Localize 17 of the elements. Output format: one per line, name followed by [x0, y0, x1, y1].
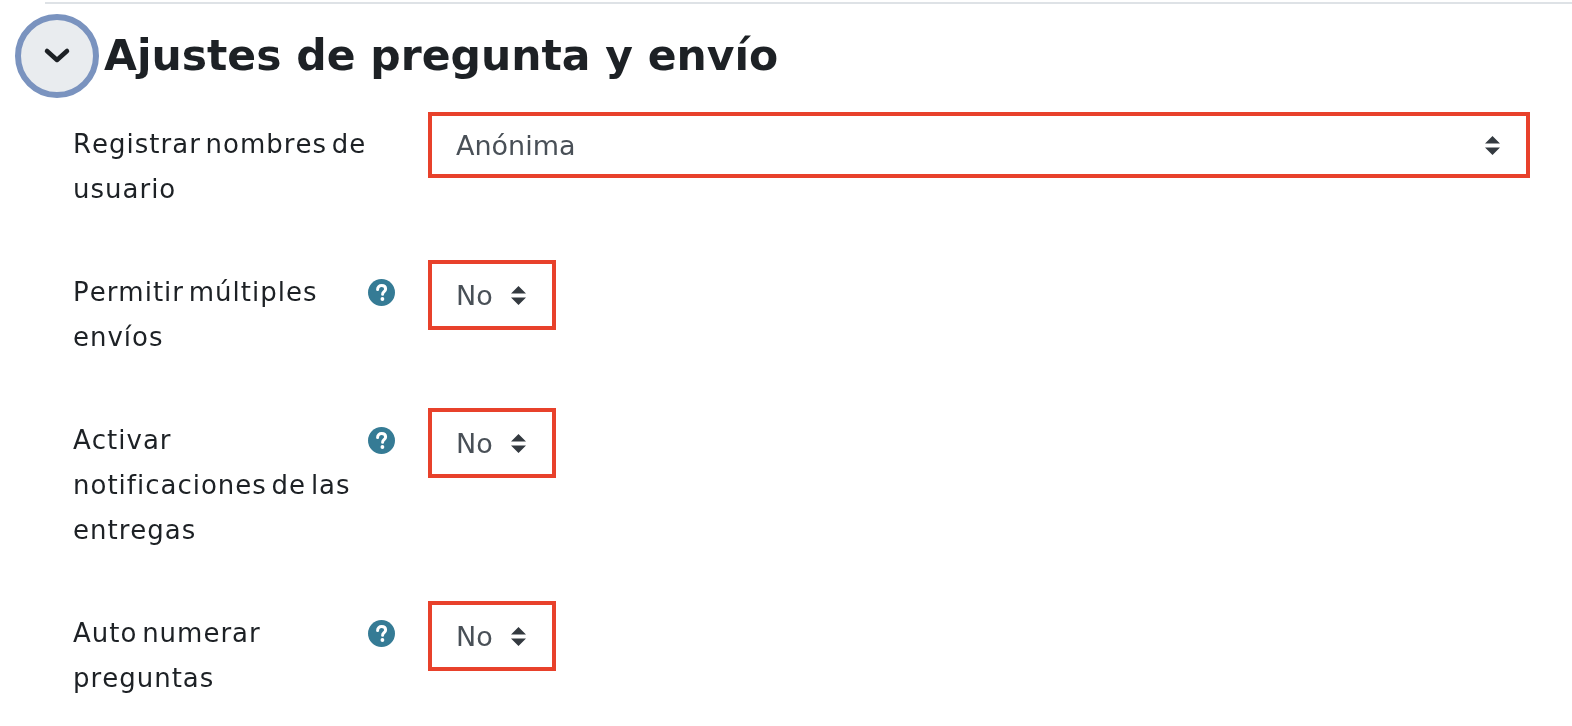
- help-icon[interactable]: [368, 620, 395, 647]
- select-field[interactable]: No: [428, 260, 556, 330]
- help-icon[interactable]: [368, 427, 395, 454]
- field-label: Registrar nombres de usuario: [73, 128, 368, 206]
- field-label: Permitir múltiples envíos: [73, 276, 319, 354]
- help-icon[interactable]: [368, 279, 395, 306]
- chevron-down-icon: [43, 47, 71, 65]
- select-field[interactable]: No: [428, 601, 556, 671]
- select-field[interactable]: Anónima: [428, 112, 1530, 178]
- up-down-arrows-icon: [510, 433, 526, 453]
- up-down-arrows-icon: [510, 285, 526, 305]
- field-label: Activar notificaciones de las entregas: [73, 424, 352, 547]
- section-heading: Ajustes de pregunta y envío: [104, 30, 779, 82]
- field-label: Auto numerar preguntas: [73, 617, 262, 695]
- select-field[interactable]: No: [428, 408, 556, 478]
- up-down-arrows-icon: [510, 626, 526, 646]
- up-down-arrows-icon: [1485, 135, 1500, 155]
